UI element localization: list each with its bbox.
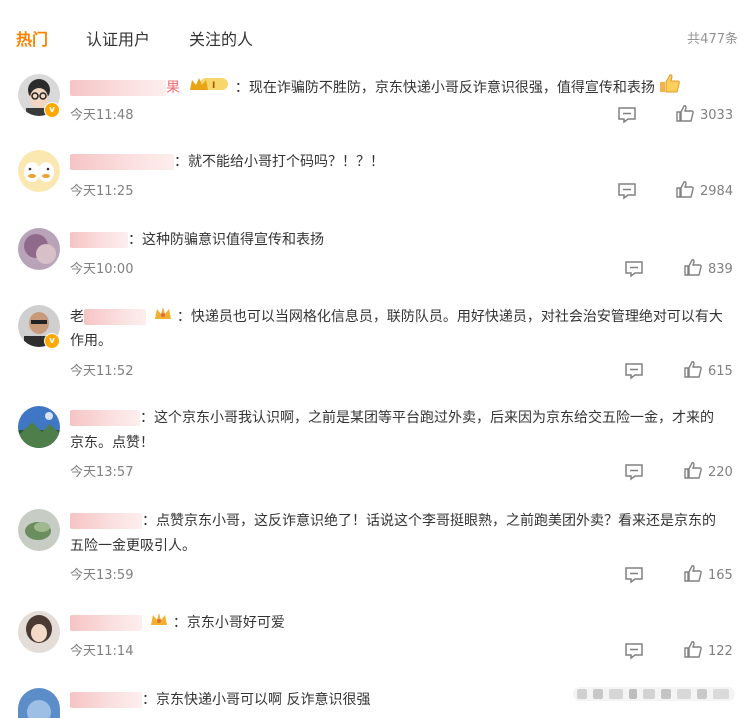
thumb-up-icon [684,641,702,658]
username-blurred[interactable] [70,154,174,170]
comment-time: 今天11:14 [70,644,134,659]
like-count: 2984 [700,184,734,199]
avatar[interactable] [18,406,60,448]
comment-icon[interactable] [624,362,644,384]
avatar-mountain-icon [18,406,60,448]
comment-text: ：现在诈骗防不胜防，京东快递小哥反诈意识很强，值得宣传和表扬 [234,80,655,96]
like-button[interactable]: 839 [684,259,733,277]
comment-text-continued: 京东。点赞！ [70,435,154,451]
like-count: 220 [708,465,733,480]
thumb-up-icon [684,259,702,276]
crown-icon [150,611,168,635]
svg-text:I: I [212,81,215,91]
thumb-up-icon [676,181,694,198]
comment-text: ：快递员也可以当网格化信息员，联防队员。用好快递员，对社会治安管理绝对可以有大 [176,309,723,325]
avatar[interactable] [18,509,60,551]
thumb-up-icon [684,361,702,378]
crown-icon: I [188,75,230,101]
tab-verified-users[interactable]: 认证用户 [86,26,150,50]
like-count: 122 [708,644,733,659]
username-blurred[interactable] [84,309,146,325]
username-blurred[interactable] [70,615,142,631]
thumb-up-icon [676,105,694,122]
like-button[interactable]: 165 [684,565,733,583]
comment-time: 今天11:25 [70,184,134,199]
comment-icon[interactable] [624,566,644,588]
comment-icon[interactable] [617,182,637,204]
thumb-up-icon [684,565,702,582]
comment-time: 今天11:52 [70,364,134,379]
avatar[interactable] [18,611,60,653]
comment-time: 今天13:59 [70,568,134,583]
comment-time: 今天11:48 [70,108,134,123]
comment-icon[interactable] [617,106,637,128]
avatar[interactable] [18,688,60,718]
comment-time: 今天10:00 [70,262,134,277]
avatar[interactable] [18,228,60,270]
avatar[interactable] [18,150,60,192]
avatar-girl-icon [18,611,60,653]
like-button[interactable]: 3033 [676,105,733,123]
comment-text-continued: 五险一金更吸引人。 [70,538,196,554]
comment-text: ：就不能给小哥打个码吗？！？！ [174,154,384,170]
comment-icon[interactable] [624,642,644,664]
avatar-purple-icon [18,228,60,270]
like-button[interactable]: 2984 [676,181,733,199]
thumbs-up-emoji-icon [659,74,681,98]
username-visible-part: 果 [166,80,180,96]
horizontal-scrollbar[interactable] [573,683,735,705]
like-count: 615 [708,364,733,379]
username-blurred[interactable] [70,692,142,708]
thumb-up-icon [684,462,702,479]
comment-total-count: 共477条 [687,32,738,47]
comment-icon[interactable] [624,260,644,282]
like-count: 3033 [700,108,734,123]
username-visible-part: 老 [70,309,84,325]
username-blurred[interactable] [70,513,142,529]
avatar-plant-icon [18,509,60,551]
like-count: 165 [708,568,733,583]
username-blurred[interactable] [70,232,128,248]
comment-text: ：京东小哥好可爱 [172,615,285,631]
avatar-blue-icon [18,688,60,718]
comment-icon[interactable] [624,463,644,485]
comment-time: 今天13:57 [70,465,134,480]
tab-hot[interactable]: 热门 [16,26,48,50]
comment-tabs: 热门 认证用户 关注的人 共477条 [0,0,750,72]
verified-badge-icon: v [44,102,60,118]
username-blurred[interactable] [70,410,140,426]
comment-text: ：这个京东小哥我认识啊，之前是某团等平台跑过外卖，后来因为京东给交五险一金，才来… [140,410,714,426]
tab-following[interactable]: 关注的人 [189,26,253,50]
comment-text: ：这种防骗意识值得宣传和表扬 [128,232,324,248]
comment-text-continued: 作用。 [70,333,112,349]
verified-badge-icon: v [44,333,60,349]
comment-text: ：京东快递小哥可以啊 反诈意识很强 [142,692,371,708]
username-blurred[interactable] [70,80,166,96]
like-button[interactable]: 122 [684,641,733,659]
like-button[interactable]: 615 [684,361,733,379]
like-button[interactable]: 220 [684,462,733,480]
avatar-duck-icon [18,150,60,192]
crown-icon [154,305,172,329]
like-count: 839 [708,262,733,277]
comment-text: ：点赞京东小哥，这反诈意识绝了！话说这个李哥挺眼熟，之前跑美团外卖？看来还是京东… [142,513,716,529]
